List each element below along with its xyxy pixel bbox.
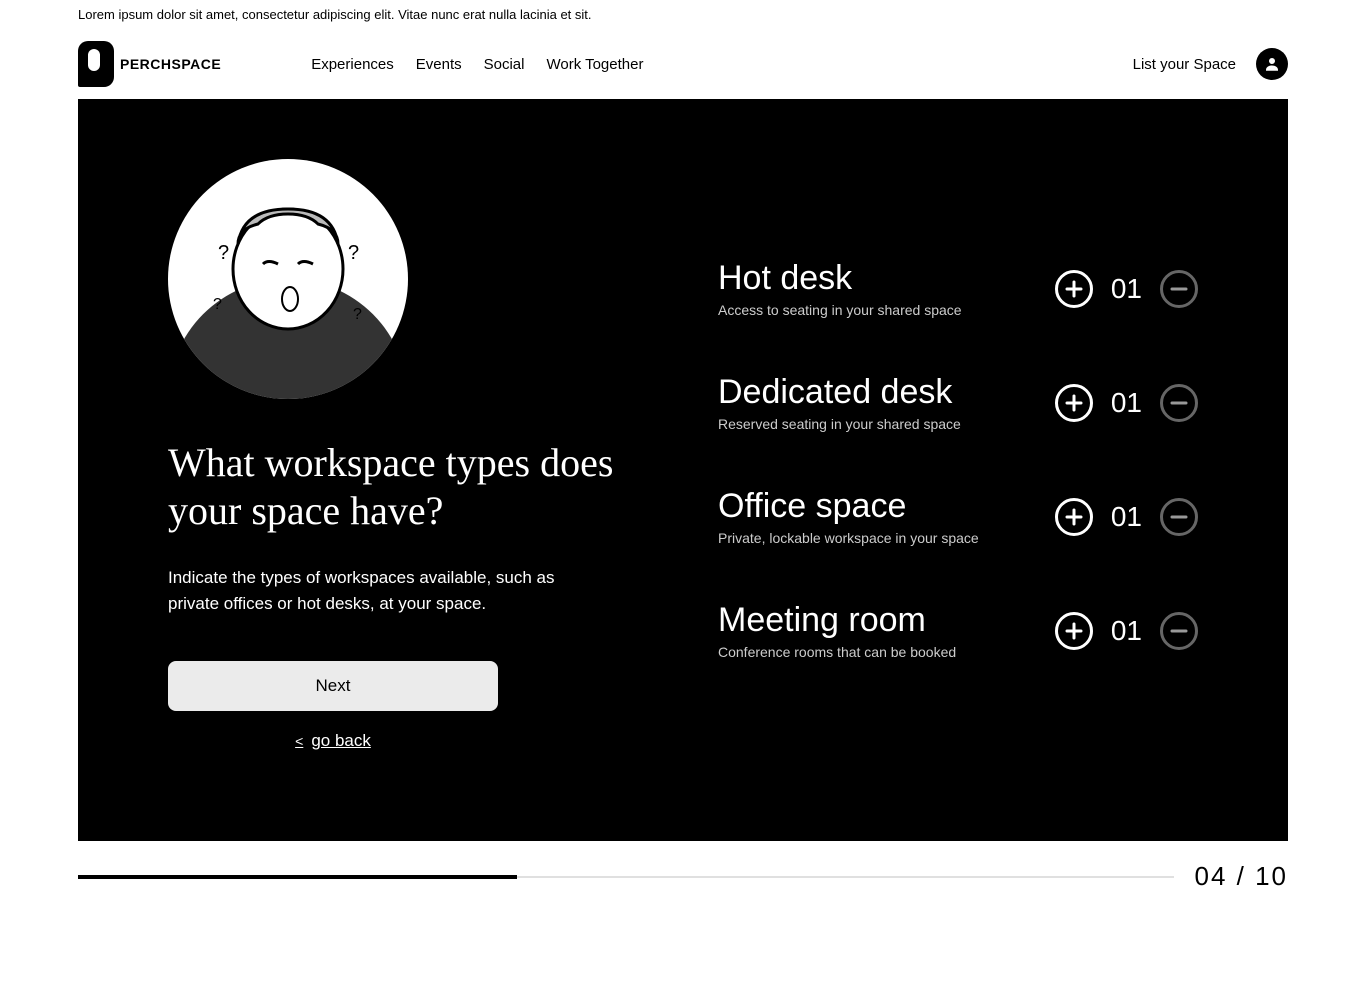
svg-text:?: ? [348, 242, 359, 264]
list-your-space-link[interactable]: List your Space [1133, 56, 1236, 73]
workspace-info: Hot desk Access to seating in your share… [718, 259, 1055, 318]
page-heading: What workspace types does your space hav… [168, 439, 618, 535]
thinking-illustration: ? ? ? ? [168, 159, 408, 399]
workspace-desc: Reserved seating in your shared space [718, 416, 1055, 432]
minus-icon [1169, 393, 1189, 413]
header: PERCHSPACE Experiences Events Social Wor… [0, 29, 1366, 99]
logo-icon [78, 41, 114, 87]
workspace-desc: Conference rooms that can be booked [718, 644, 1055, 660]
workspace-title: Hot desk [718, 259, 1055, 298]
increment-button[interactable] [1055, 498, 1093, 536]
progress-bar [78, 876, 1174, 878]
workspace-row-meeting-room: Meeting room Conference rooms that can b… [718, 601, 1198, 660]
top-banner: Lorem ipsum dolor sit amet, consectetur … [0, 0, 1366, 29]
next-button[interactable]: Next [168, 661, 498, 711]
go-back-label: go back [311, 731, 371, 751]
header-right: List your Space [1133, 48, 1288, 80]
workspace-info: Dedicated desk Reserved seating in your … [718, 373, 1055, 432]
svg-text:?: ? [218, 242, 229, 264]
stepper-value: 01 [1111, 387, 1142, 419]
logo-text: PERCHSPACE [120, 56, 221, 72]
logo[interactable]: PERCHSPACE [78, 41, 221, 87]
svg-text:?: ? [353, 306, 362, 323]
quantity-stepper: 01 [1055, 270, 1198, 308]
plus-icon [1064, 393, 1084, 413]
minus-icon [1169, 621, 1189, 641]
workspace-row-office-space: Office space Private, lockable workspace… [718, 487, 1198, 546]
stepper-value: 01 [1111, 501, 1142, 533]
decrement-button[interactable] [1160, 498, 1198, 536]
decrement-button[interactable] [1160, 384, 1198, 422]
quantity-stepper: 01 [1055, 498, 1198, 536]
minus-icon [1169, 507, 1189, 527]
quantity-stepper: 01 [1055, 612, 1198, 650]
quantity-stepper: 01 [1055, 384, 1198, 422]
workspace-desc: Access to seating in your shared space [718, 302, 1055, 318]
nav-work-together[interactable]: Work Together [546, 56, 643, 73]
chevron-left-icon: < [295, 733, 303, 749]
workspace-list: Hot desk Access to seating in your share… [718, 159, 1198, 751]
increment-button[interactable] [1055, 270, 1093, 308]
workspace-title: Meeting room [718, 601, 1055, 640]
thinking-person-icon: ? ? ? ? [168, 159, 408, 399]
page-subtext: Indicate the types of workspaces availab… [168, 565, 608, 616]
workspace-desc: Private, lockable workspace in your spac… [718, 530, 1055, 546]
workspace-title: Office space [718, 487, 1055, 526]
plus-icon [1064, 507, 1084, 527]
workspace-info: Meeting room Conference rooms that can b… [718, 601, 1055, 660]
main-nav: Experiences Events Social Work Together [311, 56, 643, 73]
nav-social[interactable]: Social [484, 56, 525, 73]
nav-experiences[interactable]: Experiences [311, 56, 394, 73]
workspace-row-hot-desk: Hot desk Access to seating in your share… [718, 259, 1198, 318]
decrement-button[interactable] [1160, 270, 1198, 308]
svg-text:?: ? [213, 296, 222, 313]
banner-text: Lorem ipsum dolor sit amet, consectetur … [78, 7, 592, 22]
minus-icon [1169, 279, 1189, 299]
plus-icon [1064, 621, 1084, 641]
person-icon [1263, 55, 1281, 73]
nav-events[interactable]: Events [416, 56, 462, 73]
user-icon[interactable] [1256, 48, 1288, 80]
page-indicator: 04 / 10 [1194, 861, 1288, 892]
stepper-value: 01 [1111, 615, 1142, 647]
footer: 04 / 10 [78, 861, 1288, 892]
main-panel: ? ? ? ? What workspace types does your s… [78, 99, 1288, 841]
workspace-row-dedicated-desk: Dedicated desk Reserved seating in your … [718, 373, 1198, 432]
left-column: ? ? ? ? What workspace types does your s… [168, 159, 618, 751]
plus-icon [1064, 279, 1084, 299]
workspace-title: Dedicated desk [718, 373, 1055, 412]
increment-button[interactable] [1055, 384, 1093, 422]
progress-fill [78, 875, 517, 879]
stepper-value: 01 [1111, 273, 1142, 305]
go-back-link[interactable]: < go back [168, 731, 498, 751]
decrement-button[interactable] [1160, 612, 1198, 650]
workspace-info: Office space Private, lockable workspace… [718, 487, 1055, 546]
increment-button[interactable] [1055, 612, 1093, 650]
